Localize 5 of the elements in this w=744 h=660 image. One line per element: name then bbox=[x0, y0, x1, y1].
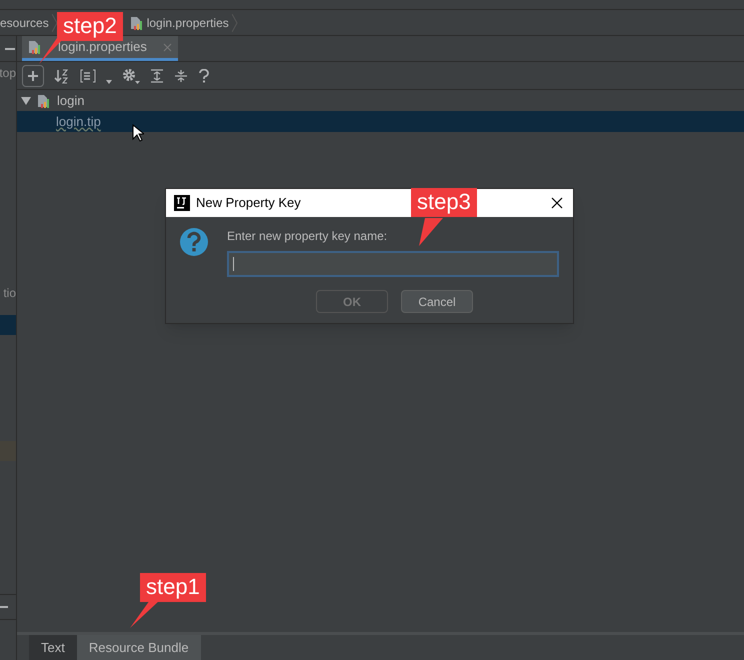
tree-leaf: login.tip bbox=[56, 112, 101, 131]
prompt-text: Enter new property key name: bbox=[227, 228, 388, 245]
dialog-title: New Property Key bbox=[196, 194, 301, 212]
panel-item-text: tio bbox=[3, 285, 16, 302]
tab-label: login.properties bbox=[58, 38, 147, 56]
